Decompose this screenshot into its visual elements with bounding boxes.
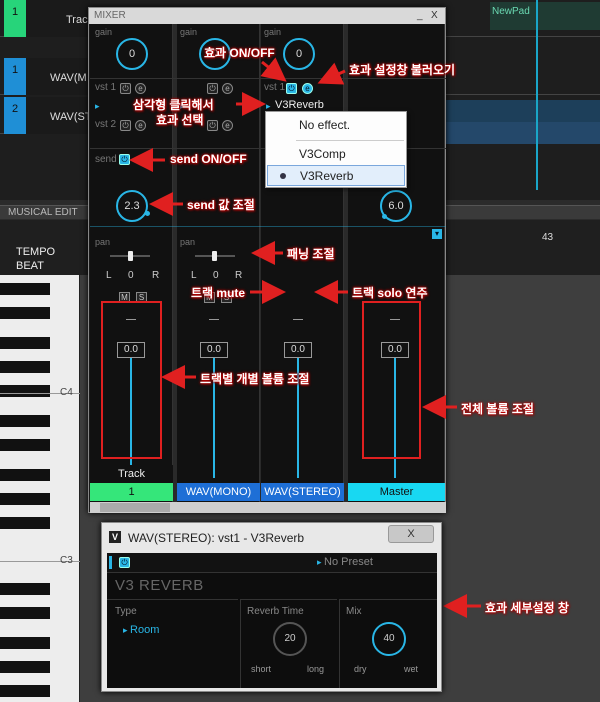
preset-selector[interactable]: ▸ No Preset xyxy=(317,556,373,568)
power-icon[interactable]: ⏻ xyxy=(119,557,130,568)
reverb-time-knob[interactable]: 20 xyxy=(273,622,307,656)
type-value: Room xyxy=(130,624,160,636)
accent-bar xyxy=(109,556,112,569)
reverb-time-label: Reverb Time xyxy=(247,606,304,617)
reverb-time-panel: Reverb Time 20 short long xyxy=(240,599,337,688)
mix-min: dry xyxy=(354,664,367,674)
arrow-fx-onoff xyxy=(260,57,287,82)
close-button[interactable]: X xyxy=(388,525,434,543)
mix-knob[interactable]: 40 xyxy=(372,622,406,656)
triangle-icon: ▸ xyxy=(317,557,325,567)
type-panel: Type ▸ Room xyxy=(107,599,238,688)
triangle-icon: ▸ xyxy=(123,625,131,635)
preset-value: No Preset xyxy=(324,556,373,568)
plugin-header: ⏻ ▸ No Preset xyxy=(107,553,437,573)
mix-panel: Mix 40 dry wet xyxy=(339,599,437,688)
type-label: Type xyxy=(115,606,137,617)
mix-max: wet xyxy=(404,664,419,674)
reverb-time-max: long xyxy=(307,664,325,674)
reverb-plugin-window: V WAV(STEREO): vst1 - V3Reverb X ⏻ ▸ No … xyxy=(101,522,442,692)
plugin-body: ⏻ ▸ No Preset V3 REVERB Type ▸ Room Reve… xyxy=(107,553,437,688)
reverb-time-min: short xyxy=(251,664,272,674)
mix-label: Mix xyxy=(346,606,362,617)
plugin-name: V3 REVERB xyxy=(115,577,204,594)
arrow-fx-settings xyxy=(317,62,346,85)
type-selector[interactable]: ▸ Room xyxy=(123,624,159,636)
